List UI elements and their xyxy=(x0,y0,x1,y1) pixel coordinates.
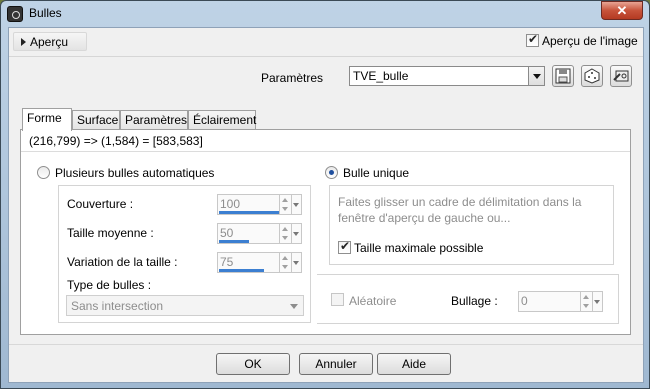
max-size-checkbox[interactable] xyxy=(338,239,351,254)
size-variation-value: 75 xyxy=(220,255,234,269)
size-variation-spinner[interactable]: 75 xyxy=(217,252,302,273)
coords-readout: (216,799) => (1,584) = [583,583] xyxy=(29,134,203,148)
divider xyxy=(9,56,643,57)
coverage-spinner[interactable]: 100 xyxy=(217,194,302,215)
max-size-label: Taille maximale possible xyxy=(354,241,484,255)
dialog-client: Aperçu Aperçu de l'image Paramètres TVE_… xyxy=(8,27,644,383)
reset-icon xyxy=(613,70,629,82)
expand-triangle-icon xyxy=(21,38,26,46)
coverage-value: 100 xyxy=(220,197,241,211)
bullage-value: 0 xyxy=(521,294,528,308)
bubble-type-label: Type de bulles : xyxy=(67,278,152,292)
bubble-type-value: Sans intersection xyxy=(71,299,164,313)
chevron-down-icon[interactable] xyxy=(291,195,301,214)
drag-hint-text: Faites glisser un cadre de délimitation … xyxy=(338,195,582,225)
preset-select[interactable]: TVE_bulle xyxy=(349,66,545,86)
single-bubble-label: Bulle unique xyxy=(343,166,410,180)
forme-tab-panel: (216,799) => (1,584) = [583,583] Plusieu… xyxy=(20,129,631,335)
divider xyxy=(21,151,630,152)
random-checkbox[interactable] xyxy=(331,293,344,306)
window-title: Bulles xyxy=(29,6,62,20)
tab-forme[interactable]: Forme xyxy=(22,108,72,131)
coverage-level-bar xyxy=(219,211,279,214)
random-preset-button[interactable] xyxy=(581,65,603,87)
bullage-label: Bullage : xyxy=(451,294,498,308)
title-bar[interactable]: Bulles ✕ xyxy=(1,1,649,27)
coverage-label: Couverture : xyxy=(67,197,134,211)
image-preview-label: Aperçu de l'image xyxy=(542,34,638,48)
chevron-down-icon[interactable] xyxy=(291,224,301,243)
reset-preset-button[interactable] xyxy=(610,65,632,87)
chevron-down-icon[interactable] xyxy=(528,67,544,85)
multiple-bubbles-radio[interactable] xyxy=(37,166,50,179)
save-preset-button[interactable] xyxy=(552,65,574,87)
size-variation-level-bar xyxy=(219,269,264,272)
average-size-level-bar xyxy=(219,240,249,243)
chevron-down-icon[interactable] xyxy=(291,253,301,272)
up-down-arrows-icon[interactable] xyxy=(279,195,291,214)
preview-toggle-label: Aperçu xyxy=(30,35,69,49)
tab-eclairement[interactable]: Éclairement xyxy=(188,110,256,130)
help-button[interactable]: Aide xyxy=(377,353,451,375)
save-icon xyxy=(555,68,571,84)
presets-label: Paramètres xyxy=(261,71,324,85)
preview-bar: Aperçu Aperçu de l'image xyxy=(9,28,643,54)
bubble-type-select[interactable]: Sans intersection xyxy=(66,295,304,316)
average-size-spinner[interactable]: 50 xyxy=(217,223,302,244)
ok-button[interactable]: OK xyxy=(216,353,290,375)
close-icon: ✕ xyxy=(616,3,628,18)
chevron-down-icon[interactable] xyxy=(592,292,602,311)
cancel-button[interactable]: Annuler xyxy=(299,353,373,375)
multiple-bubbles-group: Couverture : 100 Taille moyenne : 50 Var… xyxy=(58,185,311,323)
up-down-arrows-icon[interactable] xyxy=(580,292,592,311)
up-down-arrows-icon[interactable] xyxy=(279,253,291,272)
random-label: Aléatoire xyxy=(349,294,397,308)
size-variation-label: Variation de la taille : xyxy=(67,255,178,269)
average-size-label: Taille moyenne : xyxy=(67,226,154,240)
close-button[interactable]: ✕ xyxy=(601,1,643,20)
average-size-value: 50 xyxy=(220,226,234,240)
up-down-arrows-icon[interactable] xyxy=(279,224,291,243)
tab-parametres[interactable]: Paramètres xyxy=(120,110,188,130)
random-dice-icon xyxy=(584,68,600,84)
single-bubble-group: Faites glisser un cadre de délimitation … xyxy=(329,185,614,265)
tab-surface[interactable]: Surface xyxy=(72,110,120,130)
preview-toggle-button[interactable]: Aperçu xyxy=(13,32,87,51)
image-preview-checkbox[interactable] xyxy=(526,32,539,47)
single-bubble-radio[interactable] xyxy=(325,166,338,179)
multiple-bubbles-label: Plusieurs bulles automatiques xyxy=(55,166,215,180)
preset-value: TVE_bulle xyxy=(353,69,409,83)
divider xyxy=(9,344,643,345)
camera-app-icon xyxy=(7,6,23,22)
dialog-window: Bulles ✕ Aperçu Aperçu de l'image Paramè… xyxy=(0,0,650,389)
bullage-spinner[interactable]: 0 xyxy=(518,291,603,312)
